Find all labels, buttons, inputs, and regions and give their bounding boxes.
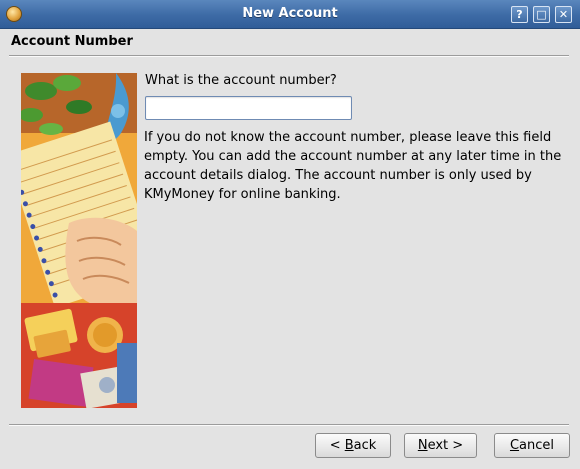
next-label-rest: ext >	[427, 438, 464, 453]
cancel-label-rest: ancel	[519, 438, 555, 453]
help-icon[interactable]: ?	[511, 6, 528, 23]
back-mnemonic: B	[344, 438, 354, 453]
help-text: If you do not know the account number, p…	[144, 130, 562, 202]
account-number-label: What is the account number?	[145, 73, 337, 88]
header-divider	[9, 55, 569, 57]
next-button[interactable]: Next >	[404, 433, 477, 458]
next-mnemonic: N	[417, 438, 428, 453]
page-title: Account Number	[11, 34, 133, 49]
cancel-mnemonic: C	[509, 438, 520, 453]
title-bar[interactable]: New Account ? □ ✕	[0, 0, 580, 29]
back-prefix: <	[329, 438, 345, 453]
window-title: New Account	[242, 6, 338, 21]
account-number-input[interactable]	[145, 96, 352, 120]
footer-divider	[9, 424, 569, 426]
close-icon[interactable]: ✕	[555, 6, 572, 23]
finance-illustration	[21, 73, 137, 408]
back-label-rest: ack	[353, 438, 377, 453]
cancel-button[interactable]: Cancel	[494, 433, 570, 458]
back-button[interactable]: < Back	[315, 433, 391, 458]
maximize-icon[interactable]: □	[533, 6, 550, 23]
